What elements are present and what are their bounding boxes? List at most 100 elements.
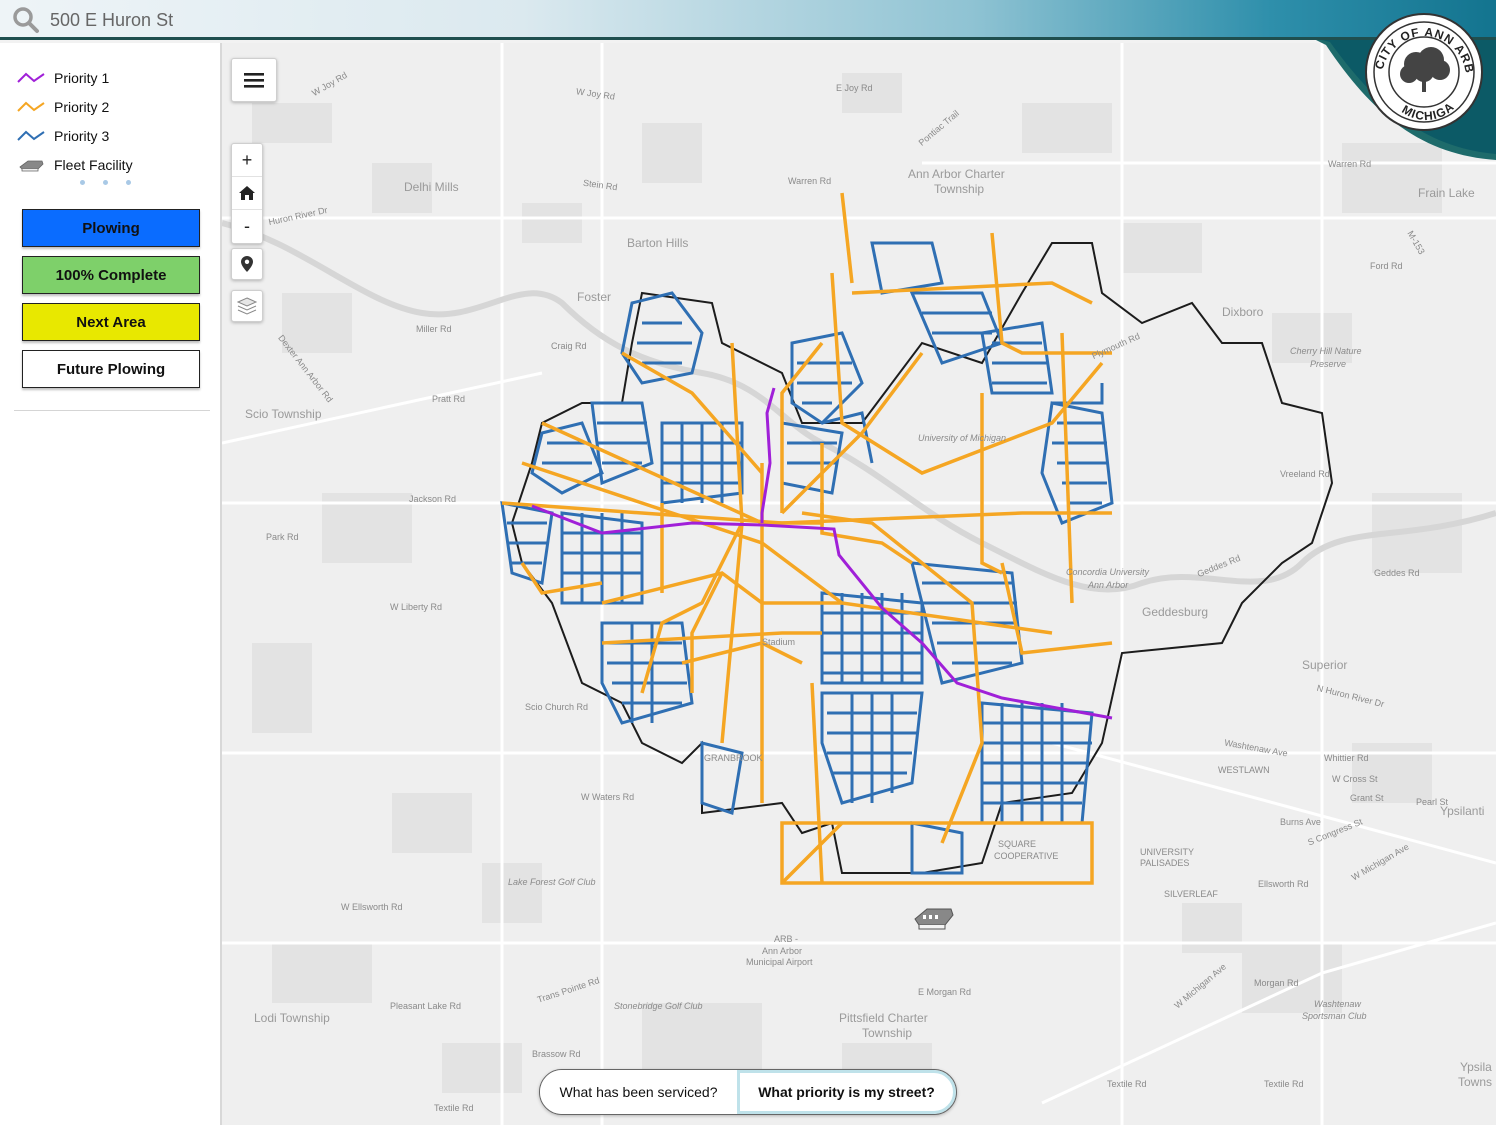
- map-label: Grant St: [1350, 793, 1384, 803]
- map-label: Municipal Airport: [746, 957, 813, 967]
- map-label: Burns Ave: [1280, 817, 1321, 827]
- legend-sidebar: Priority 1 Priority 2 Priority 3 Fleet F…: [0, 43, 222, 1125]
- map-label: Washtenaw: [1314, 999, 1361, 1009]
- address-search-input[interactable]: [50, 6, 450, 34]
- sidebar-divider: [14, 410, 210, 411]
- map-label: GRANBROOK: [704, 753, 763, 763]
- map-label: WESTLAWN: [1218, 765, 1270, 775]
- next-area-status-button[interactable]: Next Area: [22, 303, 200, 341]
- map-label: Delhi Mills: [404, 180, 459, 194]
- map-label: W Ellsworth Rd: [341, 902, 403, 912]
- menu-button[interactable]: [231, 58, 277, 102]
- land-use-patches: [252, 73, 1462, 1103]
- zigzag-line-icon: [16, 68, 46, 88]
- map-label: Lodi Township: [254, 1011, 330, 1025]
- map-label: Morgan Rd: [1254, 978, 1299, 988]
- map-label: Sportsman Club: [1302, 1011, 1367, 1021]
- map-label: Whittier Rd: [1324, 753, 1369, 763]
- map-label: Warren Rd: [1328, 159, 1372, 169]
- map-label: Ypsilanti: [1440, 804, 1485, 818]
- view-toggle: What has been serviced? What priority is…: [539, 1069, 957, 1115]
- layers-icon: [237, 297, 257, 315]
- legend: Priority 1 Priority 2 Priority 3 Fleet F…: [16, 63, 133, 179]
- complete-status-button[interactable]: 100% Complete: [22, 256, 200, 294]
- fleet-facility-marker[interactable]: [914, 908, 954, 930]
- search-icon[interactable]: [12, 6, 40, 34]
- priority-toggle-option[interactable]: What priority is my street?: [737, 1070, 956, 1114]
- map-label: Ann Arbor: [1088, 580, 1129, 590]
- map-label: COOPERATIVE: [994, 851, 1059, 861]
- map-label: Pratt Rd: [432, 394, 466, 404]
- map-label: Textile Rd: [1107, 1079, 1147, 1089]
- legend-item-priority-3: Priority 3: [16, 121, 133, 150]
- map-label: Towns: [1458, 1075, 1493, 1089]
- map-label: PALISADES: [1140, 858, 1190, 868]
- dot: [80, 180, 85, 185]
- map-label: Preserve: [1310, 359, 1347, 369]
- map-label: Geddesburg: [1142, 605, 1209, 619]
- map-label: Superior: [1302, 658, 1348, 672]
- locate-button[interactable]: [231, 248, 263, 280]
- map-label: Ann Arbor: [762, 946, 803, 956]
- map-label: Ann Arbor Charter: [908, 167, 1005, 181]
- map-basemap: [222, 43, 1496, 1125]
- map-label: Pittsfield Charter: [839, 1011, 928, 1025]
- serviced-toggle-option[interactable]: What has been serviced?: [540, 1070, 737, 1114]
- future-plowing-status-button[interactable]: Future Plowing: [22, 350, 200, 388]
- map-label: Ford Rd: [1370, 261, 1403, 271]
- zoom-in-button[interactable]: +: [232, 144, 262, 177]
- map-label: SILVERLEAF: [1164, 889, 1218, 899]
- plowing-status-button[interactable]: Plowing: [22, 209, 200, 247]
- top-search-bar: [0, 0, 1496, 40]
- map-label: SQUARE: [998, 839, 1037, 849]
- map-view[interactable]: W Joy Rd W Joy Rd E Joy Rd Delhi Mills H…: [222, 43, 1496, 1125]
- dot: [126, 180, 131, 185]
- city-seal-corner: CITY OF ANN ARBOR MICHIGAN: [1311, 0, 1496, 160]
- zoom-out-button[interactable]: -: [232, 210, 262, 243]
- location-pin-icon: [241, 256, 253, 272]
- map-label: Jackson Rd: [409, 494, 457, 504]
- map-label: Frain Lake: [1418, 186, 1475, 200]
- map-label: ARB -: [774, 934, 799, 944]
- legend-item-priority-1: Priority 1: [16, 63, 133, 92]
- map-label: Cherry Hill Nature: [1290, 346, 1362, 356]
- legend-label: Fleet Facility: [54, 156, 133, 173]
- layers-button[interactable]: [231, 290, 263, 322]
- map-label: Lake Forest Golf Club: [508, 877, 596, 887]
- map-label: Miller Rd: [416, 324, 452, 334]
- dot: [103, 180, 108, 185]
- legend-label: Priority 1: [54, 69, 110, 86]
- map-label: Concordia University: [1066, 567, 1150, 577]
- map-label: W Waters Rd: [581, 792, 635, 802]
- map-label: E Joy Rd: [836, 83, 873, 93]
- zigzag-line-icon: [16, 126, 46, 146]
- priority-3-streets: [500, 241, 1114, 875]
- map-label: W Liberty Rd: [390, 602, 443, 612]
- map-label: Ypsila: [1460, 1060, 1492, 1074]
- legend-label: Priority 2: [54, 98, 110, 115]
- map-label: Warren Rd: [788, 176, 832, 186]
- map-label: Scio Township: [245, 407, 322, 421]
- map-label: Vreeland Rd: [1280, 469, 1330, 479]
- map-label: Textile Rd: [1264, 1079, 1304, 1089]
- map-label: E Morgan Rd: [918, 987, 972, 997]
- map-label: Dixboro: [1222, 305, 1264, 319]
- map-label: Textile Rd: [434, 1103, 474, 1113]
- map-label: Township: [934, 182, 985, 196]
- huron-river: [222, 220, 1496, 593]
- map-label: Stadium: [762, 637, 796, 647]
- legend-item-priority-2: Priority 2: [16, 92, 133, 121]
- home-icon: [239, 186, 255, 200]
- legend-label: Priority 3: [54, 127, 110, 144]
- more-options-dots[interactable]: [80, 180, 131, 185]
- map-label: Township: [862, 1026, 913, 1040]
- hamburger-menu-icon: [244, 73, 264, 88]
- map-label: Foster: [577, 290, 612, 304]
- plow-tracker-app: W Joy Rd W Joy Rd E Joy Rd Delhi Mills H…: [0, 0, 1496, 1125]
- map-label: Scio Church Rd: [525, 702, 589, 712]
- home-button[interactable]: [232, 177, 262, 210]
- legend-item-fleet-facility: Fleet Facility: [16, 150, 133, 179]
- map-label: Ellsworth Rd: [1258, 879, 1309, 889]
- map-label: Craig Rd: [551, 341, 587, 351]
- city-boundary: [510, 242, 1334, 874]
